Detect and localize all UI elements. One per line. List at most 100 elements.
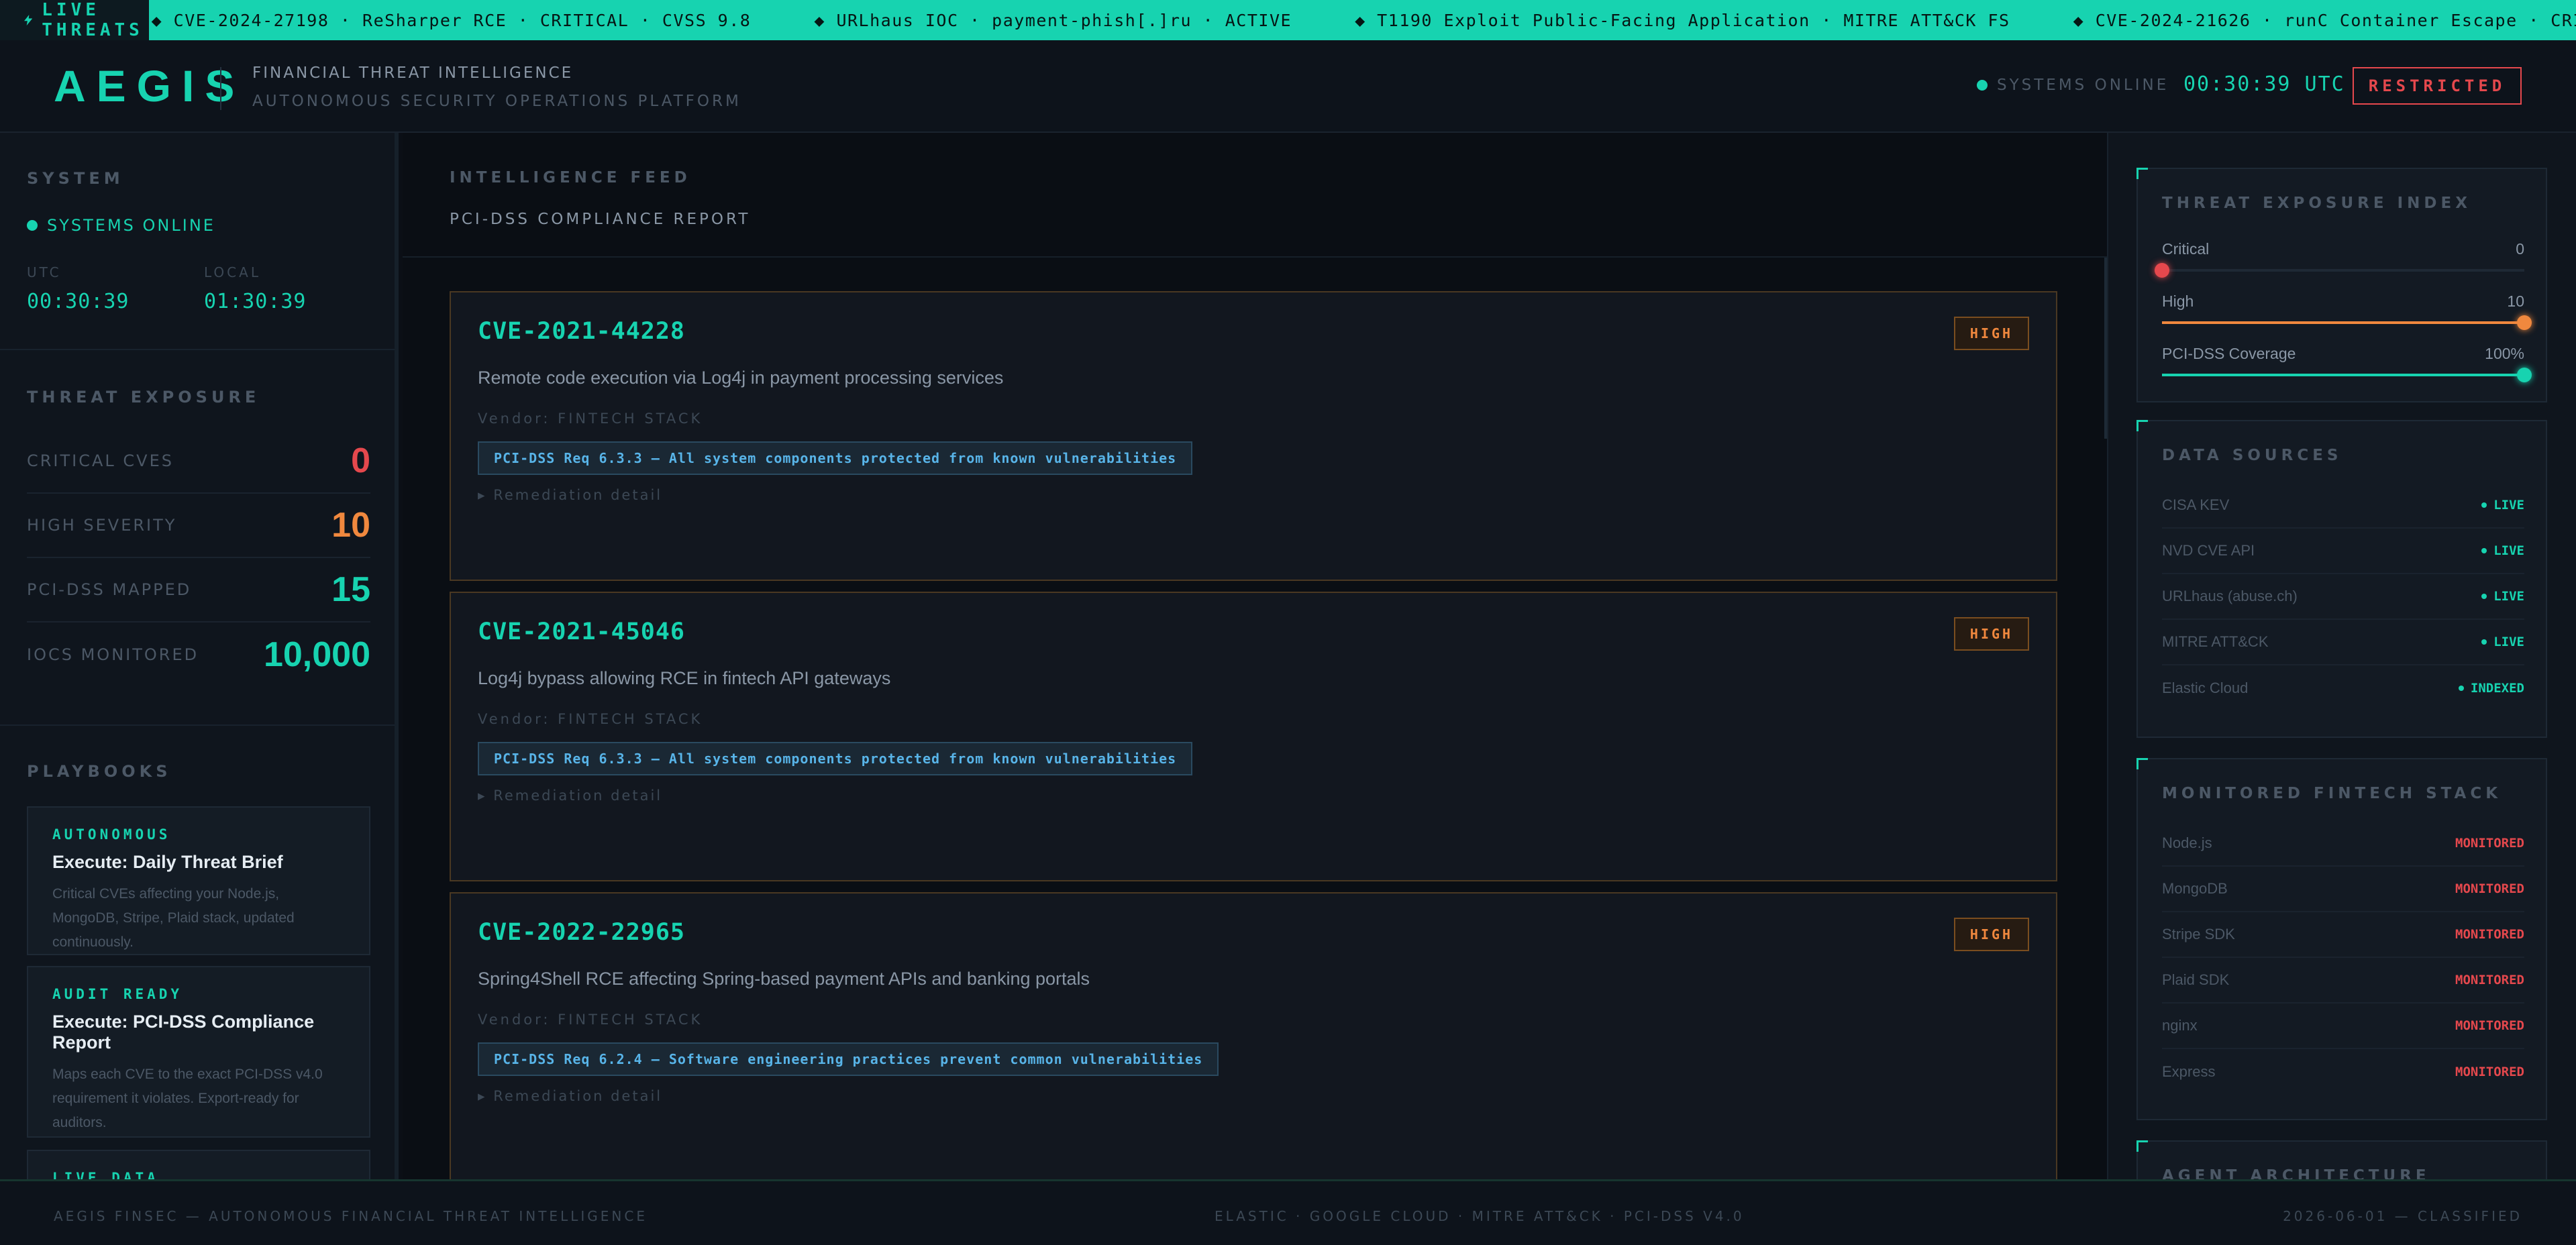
playbook-title: Execute: PCI-DSS Compliance Report — [52, 1012, 315, 1052]
right-panel: THREAT EXPOSURE INDEX Critical 0 High 10 P… — [2107, 133, 2576, 1179]
cve-card[interactable]: CVE-2021-44228 HIGH Remote code executio… — [450, 291, 2057, 581]
status-dot-icon — [1977, 80, 1988, 91]
header-title: FINANCIAL THREAT INTELLIGENCE — [252, 64, 574, 82]
data-source-name: NVD CVE API — [2162, 542, 2255, 559]
data-source-row[interactable]: NVD CVE API LIVE — [2162, 529, 2524, 574]
stack-row[interactable]: Plaid SDK MONITORED — [2162, 958, 2524, 1004]
data-source-row[interactable]: MITRE ATT&CK LIVE — [2162, 620, 2524, 665]
ticker-tag-label: LIVE THREATS — [42, 0, 144, 40]
data-sources-panel: DATA SOURCES CISA KEV LIVE NVD CVE API LIV… — [2136, 420, 2547, 738]
left-sidebar: SYSTEM SYSTEMS ONLINE UTC 00:30:39 LOCAL… — [0, 133, 399, 1179]
playbook-desc: Maps each CVE to the exact PCI-DSS v4.0 … — [52, 1067, 323, 1130]
pci-requirement-tag: PCI-DSS Req 6.2.4 — Software engineering… — [478, 1042, 1219, 1076]
stack-name: Node.js — [2162, 834, 2212, 851]
stack-status: MONITORED — [2455, 1065, 2524, 1079]
data-source-row[interactable]: URLhaus (abuse.ch) LIVE — [2162, 574, 2524, 620]
threat-exposure-index-title: THREAT EXPOSURE INDEX — [2162, 195, 2471, 212]
feed-kicker: INTELLIGENCE FEED — [450, 169, 691, 186]
remediation-toggle[interactable]: ▸ Remediation detail — [478, 487, 662, 503]
stack-row[interactable]: nginx MONITORED — [2162, 1004, 2524, 1049]
data-source-status: INDEXED — [2458, 681, 2524, 696]
feed-title: PCI-DSS COMPLIANCE REPORT — [450, 211, 751, 228]
exposure-slider-knob[interactable] — [2517, 368, 2532, 382]
data-source-row[interactable]: CISA KEV LIVE — [2162, 483, 2524, 529]
app-header: AEGIS FINANCIAL THREAT INTELLIGENCE AUTO… — [0, 40, 2576, 133]
stat-high-severity: HIGH SEVERITY 10 — [27, 494, 370, 558]
restricted-badge: RESTRICTED — [2353, 67, 2522, 105]
cve-description: Spring4Shell RCE affecting Spring-based … — [478, 969, 1090, 989]
local-label: LOCAL — [204, 264, 261, 280]
ticker-item[interactable]: ◆ CVE-2024-27198 · ReSharper RCE · CRITI… — [152, 11, 752, 30]
live-dot-icon — [2481, 594, 2487, 599]
remediation-toggle[interactable]: ▸ Remediation detail — [478, 1088, 662, 1104]
data-source-status-label: INDEXED — [2470, 681, 2524, 696]
exposure-value: 0 — [2516, 240, 2524, 258]
stack-row[interactable]: MongoDB MONITORED — [2162, 867, 2524, 912]
stack-row[interactable]: Node.js MONITORED — [2162, 821, 2524, 867]
cve-vendor: Vendor: FINTECH STACK — [478, 711, 703, 727]
stat-value: 0 — [351, 441, 370, 480]
remediation-toggle[interactable]: ▸ Remediation detail — [478, 788, 662, 804]
footer-right: 2026-06-01 — CLASSIFIED — [2283, 1208, 2522, 1224]
utc-label: UTC — [27, 264, 62, 280]
systems-status: SYSTEMS ONLINE — [1977, 76, 2169, 94]
data-source-status-label: LIVE — [2493, 635, 2524, 649]
utc-time: 00:30:39 — [27, 290, 130, 313]
playbook-pci-dss-report[interactable]: AUDIT READY Execute: PCI-DSS Compliance … — [27, 966, 370, 1138]
exposure-label: High — [2162, 292, 2194, 310]
lightning-icon — [24, 15, 33, 25]
data-source-name: Elastic Cloud — [2162, 680, 2249, 696]
exposure-slider-knob[interactable] — [2517, 315, 2532, 330]
exposure-value: 100% — [2485, 345, 2524, 362]
cve-vendor: Vendor: FINTECH STACK — [478, 1012, 703, 1028]
footer-center: ELASTIC · GOOGLE CLOUD · MITRE ATT&CK · … — [1215, 1208, 1745, 1224]
feed-header: INTELLIGENCE FEED PCI-DSS COMPLIANCE REP… — [403, 133, 2107, 258]
data-source-status: LIVE — [2481, 589, 2524, 604]
stack-name: Plaid SDK — [2162, 971, 2230, 988]
sidebar-systems-online: SYSTEMS ONLINE — [27, 216, 215, 235]
ticker-item[interactable]: ◆ CVE-2024-21626 · runC Container Escape… — [2073, 11, 2576, 30]
stack-status: MONITORED — [2455, 1018, 2524, 1033]
exposure-fill — [2162, 321, 2524, 324]
stack-row[interactable]: Express MONITORED — [2162, 1049, 2524, 1095]
live-dot-icon — [2481, 639, 2487, 645]
indexed-dot-icon — [2458, 686, 2464, 691]
stack-status: MONITORED — [2455, 836, 2524, 851]
stack-row[interactable]: Stripe SDK MONITORED — [2162, 912, 2524, 958]
stat-value: 10 — [331, 506, 370, 545]
stack-name: nginx — [2162, 1017, 2198, 1034]
severity-badge: HIGH — [1954, 617, 2029, 651]
exposure-track — [2162, 368, 2532, 382]
data-source-status: LIVE — [2481, 498, 2524, 512]
cve-card[interactable]: CVE-2021-45046 HIGH Log4j bypass allowin… — [450, 592, 2057, 881]
logo: AEGIS — [54, 61, 246, 111]
stat-critical-cves: CRITICAL CVES 0 — [27, 429, 370, 494]
status-dot-icon — [27, 220, 38, 231]
data-source-status: LIVE — [2481, 543, 2524, 558]
stat-label: IOCS MONITORED — [27, 645, 199, 664]
stat-label: CRITICAL CVES — [27, 451, 174, 470]
exposure-track — [2155, 263, 2524, 278]
ticker-item[interactable]: ◆ T1190 Exploit Public-Facing Applicatio… — [1355, 11, 2010, 30]
playbook-daily-threat-brief[interactable]: AUTONOMOUS Execute: Daily Threat Brief C… — [27, 806, 370, 955]
playbook-live-data[interactable]: LIVE DATA — [27, 1150, 370, 1179]
data-source-row[interactable]: Elastic Cloud INDEXED — [2162, 665, 2524, 711]
data-source-name: URLhaus (abuse.ch) — [2162, 588, 2298, 604]
severity-badge: HIGH — [1954, 918, 2029, 951]
exposure-slider-knob[interactable] — [2155, 263, 2169, 278]
cve-id: CVE-2022-22965 — [478, 919, 686, 946]
cve-card[interactable]: CVE-2022-22965 HIGH Spring4Shell RCE aff… — [450, 892, 2057, 1179]
system-section-title: SYSTEM — [27, 169, 124, 188]
ticker-item[interactable]: ◆ URLhaus IOC · payment-phish[.]ru · ACT… — [814, 11, 1292, 30]
pci-requirement-tag: PCI-DSS Req 6.3.3 — All system component… — [478, 742, 1193, 775]
data-source-name: MITRE ATT&CK — [2162, 633, 2269, 650]
stat-pci-dss-mapped: PCI-DSS MAPPED 15 — [27, 558, 370, 622]
playbooks-title: PLAYBOOKS — [27, 762, 172, 781]
data-source-status: LIVE — [2481, 635, 2524, 649]
stack-status: MONITORED — [2455, 927, 2524, 942]
stack-name: Express — [2162, 1063, 2216, 1080]
live-threats-ticker: LIVE THREATS ◆ CVE-2024-27198 · ReSharpe… — [0, 0, 2576, 40]
cve-vendor: Vendor: FINTECH STACK — [478, 411, 703, 427]
threat-exposure-index: THREAT EXPOSURE INDEX Critical 0 High 10 P… — [2136, 168, 2547, 402]
stat-value: 15 — [331, 570, 370, 609]
